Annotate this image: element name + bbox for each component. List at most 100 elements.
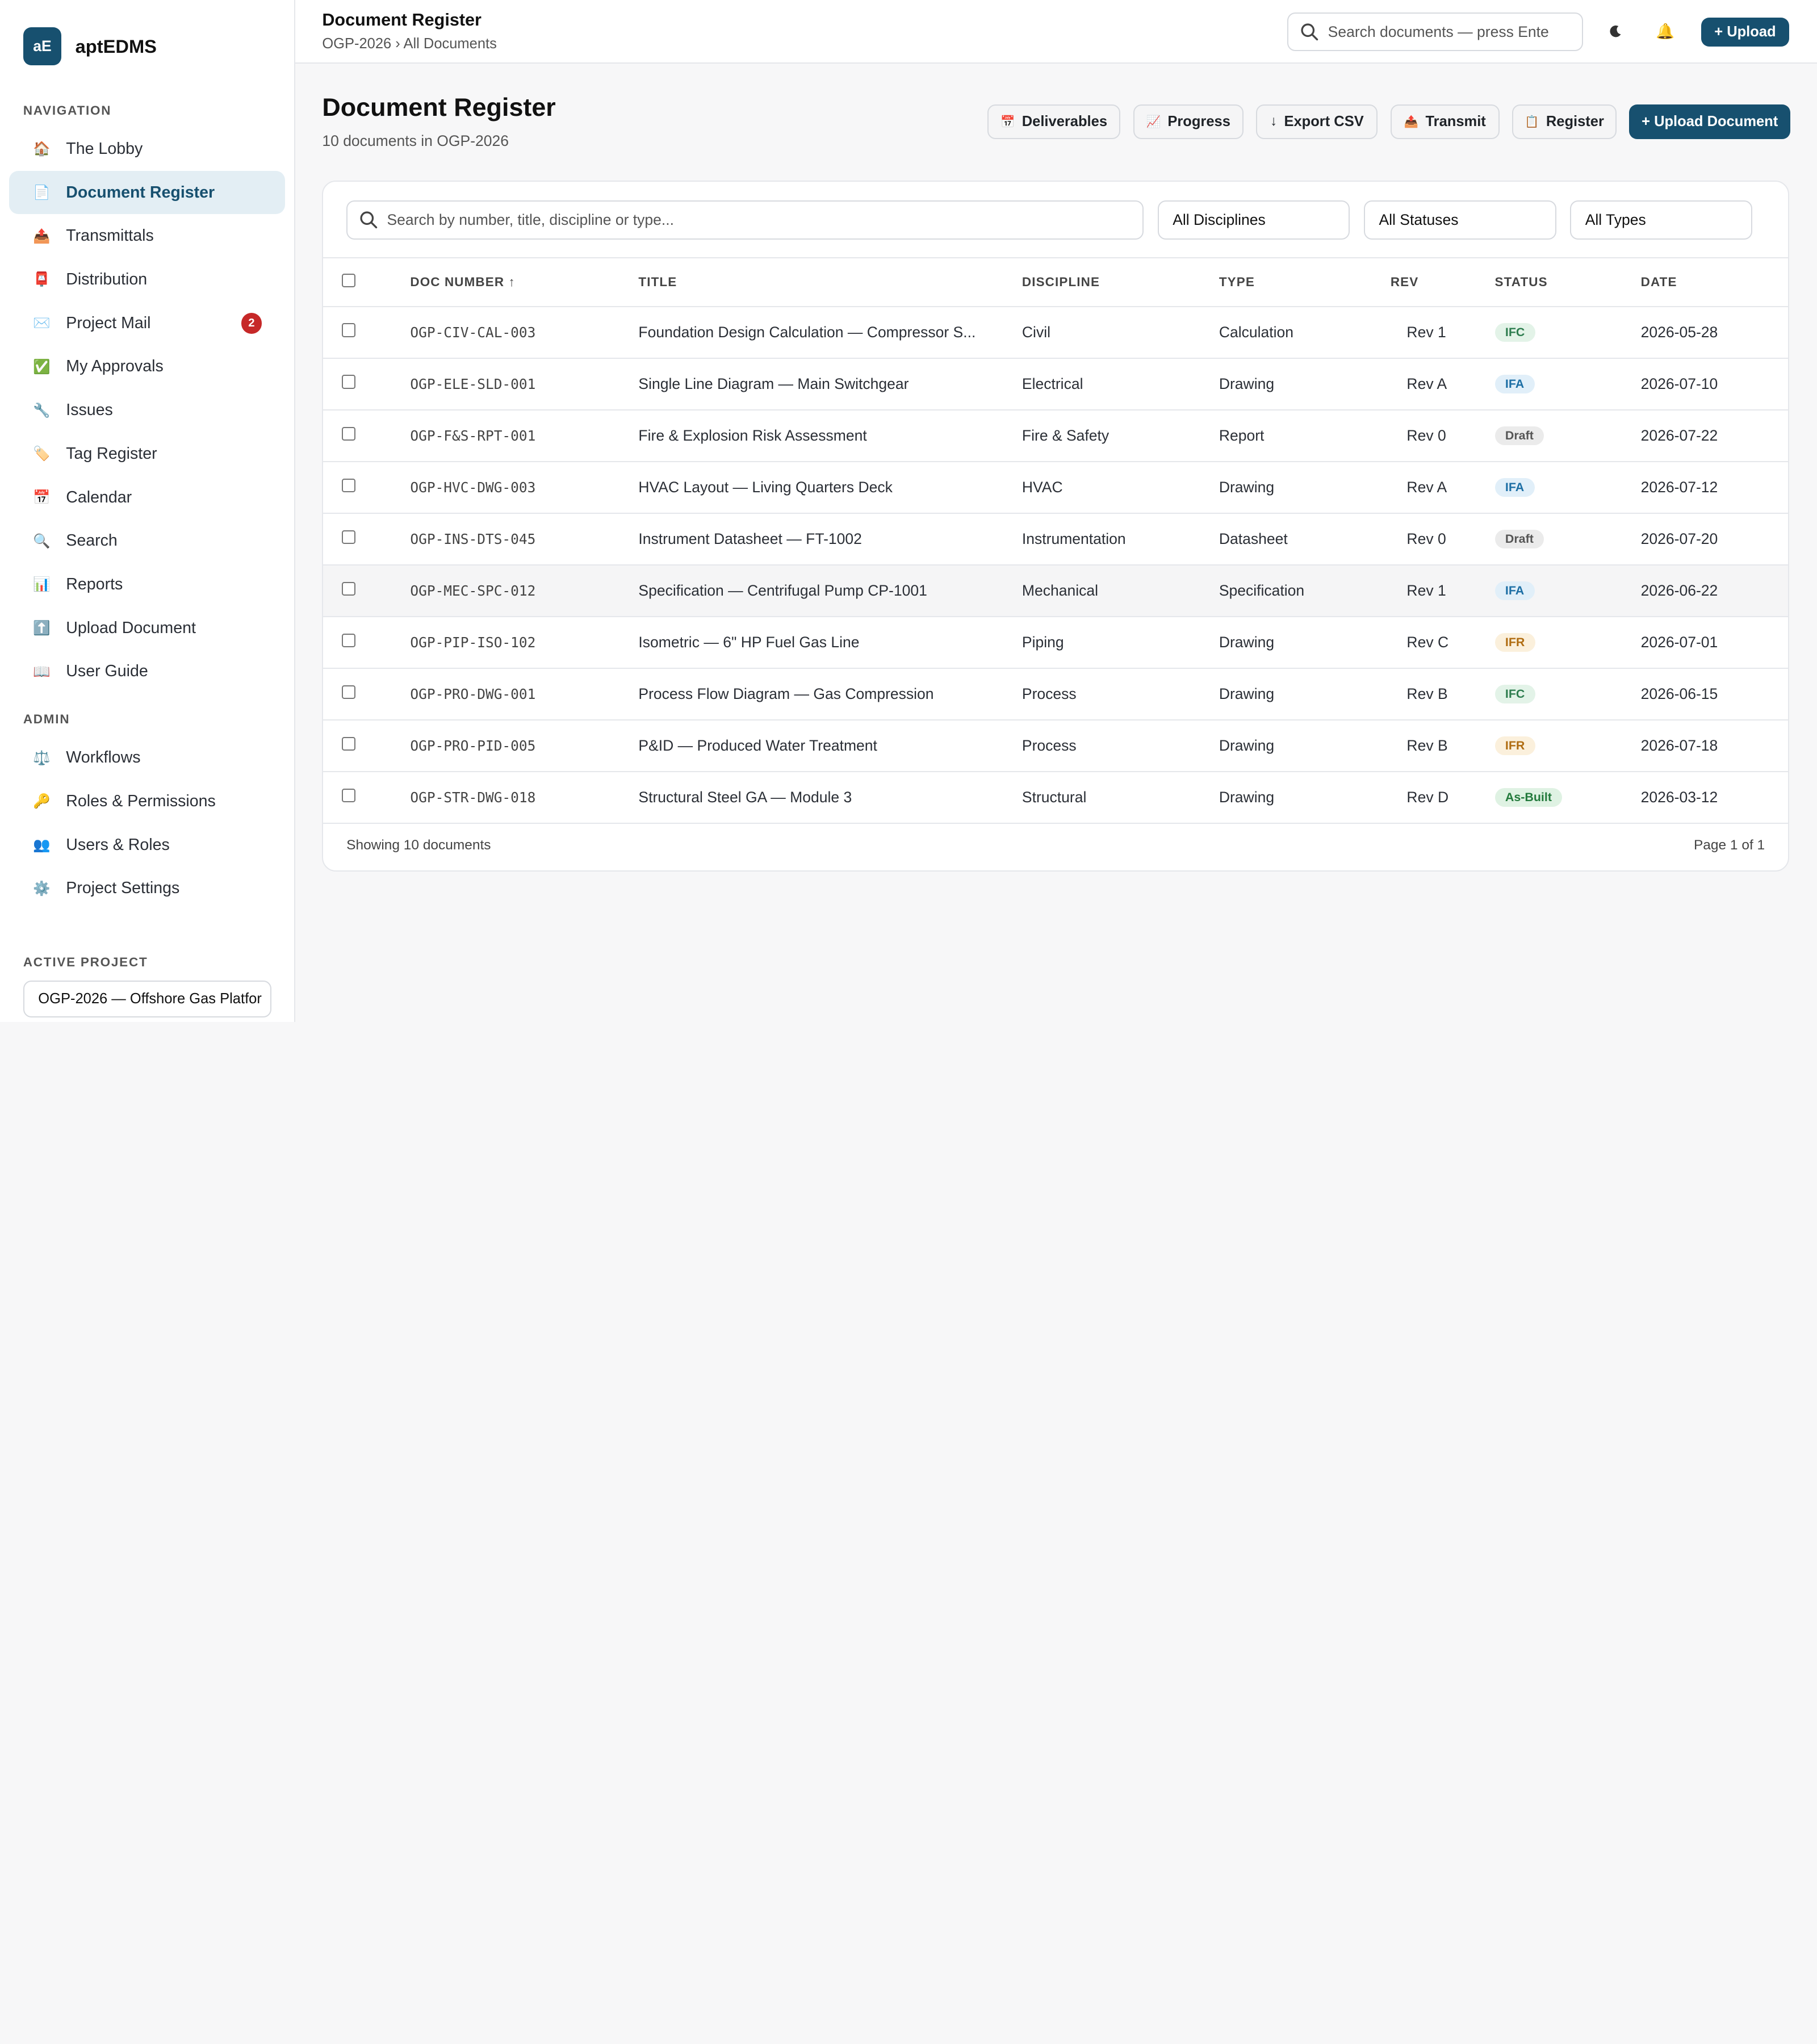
sidebar-item-users-roles[interactable]: 👥 Users & Roles: [9, 823, 285, 867]
table-row[interactable]: OGP-STR-DWG-018 Structural Steel GA — Mod…: [323, 771, 1788, 824]
sidebar-item-document-register[interactable]: 📄 Document Register: [9, 170, 286, 215]
sidebar-item-roles-permissions[interactable]: 🔑 Roles & Permissions: [9, 780, 285, 823]
date-cell: 2026-07-20: [1640, 513, 1788, 566]
date-cell: 2026-05-28: [1640, 306, 1788, 359]
title-cell[interactable]: HVAC Layout — Living Quarters Deck: [638, 461, 1022, 514]
title-cell[interactable]: Structural Steel GA — Module 3: [638, 771, 1022, 824]
col-status[interactable]: STATUS: [1494, 257, 1641, 307]
title-cell[interactable]: Isometric — 6" HP Fuel Gas Line: [638, 616, 1022, 669]
status-badge: IFR: [1494, 633, 1535, 652]
status-cell: IFR: [1494, 719, 1641, 772]
row-checkbox[interactable]: [341, 736, 356, 751]
app-root: aE aptEDMS NAVIGATION 🏠 The Lobby 📄 Documen…: [0, 0, 1817, 1022]
sidebar-item-project-settings[interactable]: ⚙️ Project Settings: [9, 866, 285, 910]
sidebar-item-the-lobby[interactable]: 🏠 The Lobby: [9, 127, 285, 171]
document-table: DOC NUMBER ↑ TITLE DISCIPLINE TYPE REV S…: [323, 257, 1788, 824]
title-cell[interactable]: Specification — Centrifugal Pump CP-1001: [638, 564, 1022, 617]
row-checkbox[interactable]: [341, 685, 356, 700]
table-row[interactable]: OGP-INS-DTS-045 Instrument Datasheet — FT…: [323, 513, 1788, 566]
active-project-select[interactable]: OGP-2026 — Offshore Gas Platfor: [23, 980, 271, 1017]
row-checkbox[interactable]: [341, 530, 356, 544]
col-discipline[interactable]: DISCIPLINE: [1021, 257, 1219, 307]
status-filter[interactable]: All Statuses: [1363, 200, 1556, 240]
row-checkbox[interactable]: [341, 788, 356, 803]
status-badge: IFC: [1494, 323, 1535, 342]
discipline-cell: Fire & Safety: [1021, 409, 1219, 462]
brand: aE aptEDMS: [0, 0, 294, 93]
brand-logo[interactable]: aE: [23, 27, 62, 66]
sidebar-item-search[interactable]: 🔍 Search: [9, 519, 285, 563]
search-icon: [1301, 23, 1318, 40]
doc-number-cell[interactable]: OGP-INS-DTS-045: [410, 513, 639, 566]
select-all-checkbox[interactable]: [341, 273, 356, 288]
register-button[interactable]: 📋 Register: [1512, 104, 1617, 139]
table-row[interactable]: OGP-PRO-DWG-001 Process Flow Diagram — Ga…: [323, 668, 1788, 721]
sidebar-item-calendar[interactable]: 📅 Calendar: [9, 476, 285, 520]
row-checkbox[interactable]: [341, 375, 356, 389]
col-date[interactable]: DATE: [1640, 257, 1788, 307]
table-row[interactable]: OGP-MEC-SPC-012 Specification — Centrifug…: [323, 564, 1788, 617]
document-register-icon: 📄: [33, 185, 51, 200]
col-type[interactable]: TYPE: [1219, 257, 1391, 307]
sidebar-item-tag-register[interactable]: 🏷️ Tag Register: [9, 432, 285, 476]
row-checkbox[interactable]: [341, 581, 356, 596]
sidebar-item-issues[interactable]: 🔧 Issues: [9, 388, 285, 432]
table-row[interactable]: OGP-ELE-SLD-001 Single Line Diagram — Mai…: [323, 358, 1788, 411]
upload-button[interactable]: + Upload: [1701, 17, 1789, 47]
doc-number-cell[interactable]: OGP-F&S-RPT-001: [410, 409, 639, 462]
title-cell[interactable]: Fire & Explosion Risk Assessment: [638, 409, 1022, 462]
status-badge: IFA: [1494, 478, 1535, 497]
title-cell[interactable]: Instrument Datasheet — FT-1002: [638, 513, 1022, 566]
discipline-filter[interactable]: All Disciplines: [1157, 200, 1350, 240]
bell-icon: 🔔: [1656, 22, 1675, 40]
title-cell[interactable]: Single Line Diagram — Main Switchgear: [638, 358, 1022, 411]
row-checkbox[interactable]: [341, 633, 356, 648]
doc-number-cell[interactable]: OGP-HVC-DWG-003: [410, 461, 639, 514]
sidebar-item-distribution[interactable]: 📮 Distribution: [9, 258, 285, 301]
doc-number-cell[interactable]: OGP-ELE-SLD-001: [410, 358, 639, 411]
breadcrumb[interactable]: OGP-2026 › All Documents: [322, 36, 497, 52]
title-cell[interactable]: Foundation Design Calculation — Compress…: [638, 306, 1022, 359]
doc-number-cell[interactable]: OGP-MEC-SPC-012: [410, 564, 639, 617]
sidebar-item-upload-document[interactable]: ⬆️ Upload Document: [9, 606, 285, 650]
table-row[interactable]: OGP-PIP-ISO-102 Isometric — 6" HP Fuel Ga…: [323, 616, 1788, 669]
title-cell[interactable]: P&ID — Produced Water Treatment: [638, 719, 1022, 772]
export-csv-button[interactable]: ↓ Export CSV: [1256, 104, 1378, 139]
row-checkbox[interactable]: [341, 426, 356, 441]
sidebar-item-workflows[interactable]: ⚖️ Workflows: [9, 736, 285, 780]
sidebar-item-project-mail[interactable]: ✉️ Project Mail 2: [9, 301, 285, 345]
progress-button[interactable]: 📈 Progress: [1133, 104, 1244, 139]
col-doc-number[interactable]: DOC NUMBER ↑: [410, 257, 639, 307]
doc-number-cell[interactable]: OGP-PRO-PID-005: [410, 719, 639, 772]
doc-number-cell[interactable]: OGP-PRO-DWG-001: [410, 668, 639, 721]
brand-name: aptEDMS: [75, 35, 157, 57]
discipline-cell: Mechanical: [1021, 564, 1219, 617]
sidebar-item-reports[interactable]: 📊 Reports: [9, 563, 285, 606]
deliverables-button[interactable]: 📅 Deliverables: [987, 104, 1121, 139]
table-row[interactable]: OGP-PRO-PID-005 P&ID — Produced Water Tre…: [323, 719, 1788, 772]
sidebar-item-my-approvals[interactable]: ✅ My Approvals: [9, 345, 285, 389]
dark-mode-toggle[interactable]: [1602, 19, 1628, 44]
doc-number-cell[interactable]: OGP-CIV-CAL-003: [410, 306, 639, 359]
table-row[interactable]: OGP-HVC-DWG-003 HVAC Layout — Living Quar…: [323, 461, 1788, 514]
table-search-input[interactable]: Search by number, title, discipline or t…: [346, 200, 1144, 240]
upload-document-button[interactable]: + Upload Document: [1629, 104, 1790, 139]
table-row[interactable]: OGP-CIV-CAL-003 Foundation Design Calcula…: [323, 306, 1788, 359]
sidebar-item-label: Roles & Permissions: [66, 791, 216, 810]
notifications-button[interactable]: 🔔: [1652, 19, 1678, 44]
doc-number-cell[interactable]: OGP-PIP-ISO-102: [410, 616, 639, 669]
global-search-input[interactable]: Search documents — press Ente: [1287, 12, 1583, 51]
status-badge: IFA: [1494, 375, 1535, 394]
col-rev[interactable]: REV: [1390, 257, 1495, 307]
sidebar-item-user-guide[interactable]: 📖 User Guide: [9, 650, 285, 694]
row-checkbox[interactable]: [341, 323, 356, 337]
type-filter[interactable]: All Types: [1570, 200, 1752, 240]
title-cell[interactable]: Process Flow Diagram — Gas Compression: [638, 668, 1022, 721]
doc-number-cell[interactable]: OGP-STR-DWG-018: [410, 771, 639, 824]
transmit-button[interactable]: 📤 Transmit: [1390, 104, 1500, 139]
col-title[interactable]: TITLE: [638, 257, 1022, 307]
sidebar-item-transmittals[interactable]: 📤 Transmittals: [9, 214, 285, 258]
discipline-cell: Instrumentation: [1021, 513, 1219, 566]
table-row[interactable]: OGP-F&S-RPT-001 Fire & Explosion Risk Ass…: [323, 409, 1788, 462]
row-checkbox[interactable]: [341, 478, 356, 492]
